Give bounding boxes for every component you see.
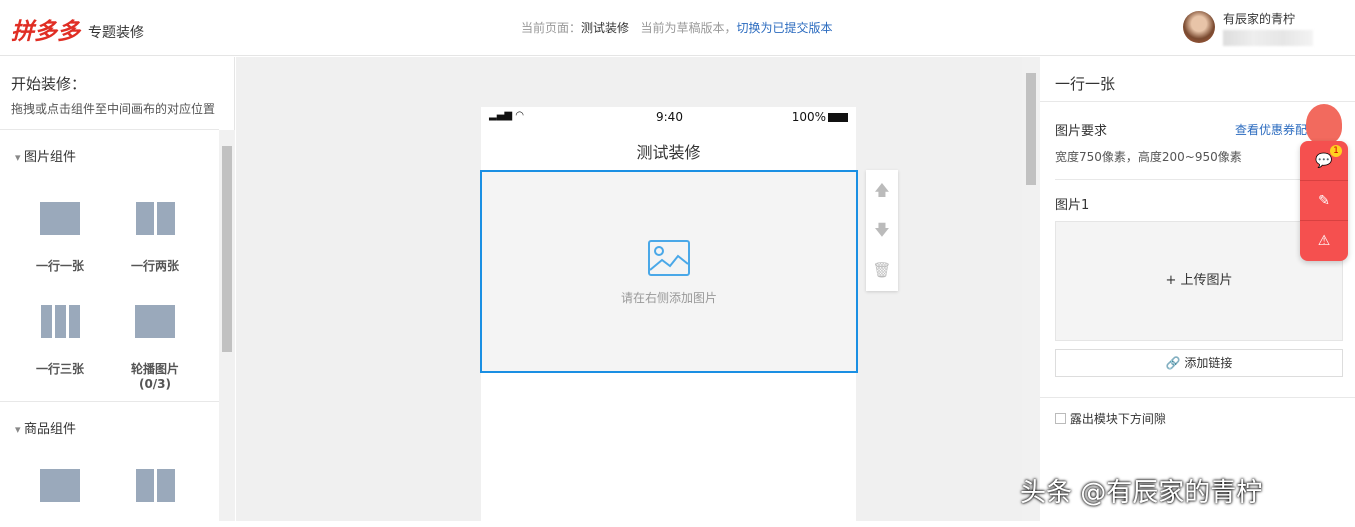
component-carousel[interactable]: 轮播图片(0/3): [115, 305, 195, 391]
image-requirements-text: 宽度750像素，高度200~950像素: [1055, 150, 1242, 164]
draft-note: 当前为草稿版本，: [640, 21, 737, 35]
add-link-button[interactable]: 🔗 添加链接: [1055, 349, 1343, 377]
signal-icon: ▂▄▆ ◠: [489, 110, 524, 121]
delete-icon[interactable]: 🗑: [866, 250, 898, 290]
component-one-per-row[interactable]: 一行一张: [20, 202, 100, 274]
component-product-one[interactable]: [20, 469, 100, 524]
image-placeholder-icon: [648, 240, 690, 276]
page-status: 当前页面：测试装修 当前为草稿版本，切换为已提交版本: [521, 19, 833, 36]
battery-icon: [828, 113, 848, 122]
avatar[interactable]: [1183, 11, 1215, 43]
move-up-icon[interactable]: 🡅: [866, 170, 898, 210]
image-1-label: 图片1: [1055, 198, 1090, 213]
mascot-icon: [1306, 104, 1342, 144]
phone-title: 测试装修: [636, 143, 701, 162]
component-panel: 开始装修： 拖拽或点击组件至中间画布的对应位置 图片组件 一行一张 一行两张 一…: [0, 57, 235, 521]
canvas: ▂▄▆ ◠ 9:40 100% 测试装修 请在右侧添加图片 🡅 🡇 🗑: [236, 57, 1040, 527]
left-scrollbar[interactable]: [219, 130, 235, 521]
switch-version-link[interactable]: 切换为已提交版本: [737, 21, 833, 35]
component-three-per-row[interactable]: 一行三张: [20, 305, 100, 377]
show-gap-checkbox[interactable]: 露出模块下方间隙: [1055, 410, 1166, 427]
selected-image-module[interactable]: 请在右侧添加图片: [480, 170, 858, 373]
canvas-scrollbar[interactable]: [1022, 57, 1040, 521]
section-product-components[interactable]: 商品组件: [15, 418, 76, 437]
chat-icon[interactable]: 💬 1: [1300, 141, 1348, 181]
username: 有辰家的青柠: [1223, 12, 1296, 26]
edit-icon[interactable]: ✎: [1300, 181, 1348, 221]
image-requirements-label: 图片要求: [1055, 124, 1108, 139]
module-toolbar: 🡅 🡇 🗑: [866, 170, 898, 291]
phone-preview: ▂▄▆ ◠ 9:40 100% 测试装修 请在右侧添加图片: [480, 107, 858, 527]
top-header: 拼多多 专题装修 当前页面：测试装修 当前为草稿版本，切换为已提交版本 有辰家的…: [0, 0, 1355, 56]
component-label: 一行两张: [130, 259, 179, 273]
chat-badge: 1: [1330, 145, 1342, 157]
phone-status-bar: ▂▄▆ ◠ 9:40 100%: [481, 107, 856, 129]
logo: 拼多多: [11, 19, 80, 45]
panel-title: 开始装修：: [11, 75, 87, 93]
properties-title: 一行一张: [1055, 75, 1116, 93]
move-down-icon[interactable]: 🡇: [866, 210, 898, 250]
component-product-two[interactable]: [115, 469, 195, 524]
link-icon: 🔗: [1165, 356, 1181, 370]
logo-subtitle: 专题装修: [88, 25, 144, 41]
component-label: 一行三张: [35, 362, 84, 376]
panel-hint: 拖拽或点击组件至中间画布的对应位置: [11, 102, 216, 116]
blurred-account: [1223, 30, 1313, 46]
image-placeholder-text: 请在右侧添加图片: [620, 291, 717, 305]
warning-icon[interactable]: ⚠: [1300, 221, 1348, 261]
checkbox-box[interactable]: [1055, 413, 1066, 424]
phone-battery: 100%: [791, 110, 826, 124]
component-label: 一行一张: [35, 259, 84, 273]
watermark: 头条 @有辰家的青柠: [1020, 478, 1263, 508]
add-link-label: 添加链接: [1184, 356, 1233, 370]
section-image-components[interactable]: 图片组件: [15, 146, 76, 165]
floating-help-bar: 💬 1 ✎ ⚠: [1300, 141, 1348, 261]
show-gap-label: 露出模块下方间隙: [1069, 412, 1166, 426]
component-two-per-row[interactable]: 一行两张: [115, 202, 195, 274]
component-label: 轮播图片(0/3): [130, 362, 179, 391]
phone-time: 9:40: [656, 110, 683, 124]
current-page-label: 当前页面：: [521, 21, 582, 35]
current-page-name: 测试装修: [581, 21, 630, 35]
